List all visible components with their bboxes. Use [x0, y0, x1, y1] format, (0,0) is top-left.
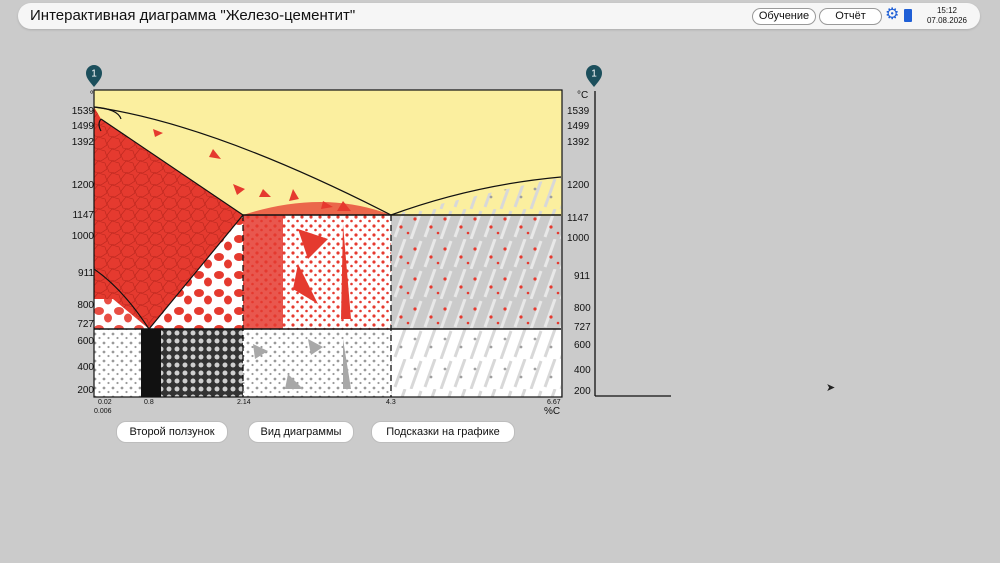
y-tick: 911: [78, 268, 94, 279]
x-tick: 4.3: [386, 399, 396, 406]
y-tick: 727: [77, 319, 94, 330]
x-tick: 2.14: [237, 399, 251, 406]
second-slider-button[interactable]: Второй ползунок: [116, 421, 228, 443]
x-unit-label: %C: [544, 406, 561, 417]
y-tick: 1000: [71, 231, 94, 242]
clock: 15:12 07.08.2026: [922, 6, 972, 26]
clock-time: 15:12: [936, 6, 958, 15]
title-bar: Интерактивная диаграмма "Железо-цементит…: [18, 3, 980, 29]
y-tick: 1147: [72, 210, 94, 221]
x-tick: 0.8: [144, 399, 154, 406]
learning-button[interactable]: Обучение: [752, 8, 816, 25]
y-tick: 600: [77, 336, 94, 347]
right-slider-label: 1: [591, 69, 597, 80]
cooling-curve-axes: [594, 91, 671, 397]
gear-icon[interactable]: ⚙: [885, 7, 899, 23]
y-tick: 1499: [71, 121, 94, 132]
iron-carbon-diagram: [93, 89, 563, 398]
y-tick: 1200: [71, 180, 94, 191]
mouse-pointer-icon: ➤: [826, 382, 836, 394]
x-tick: 0.006: [94, 408, 112, 415]
book-icon[interactable]: [904, 9, 912, 22]
y-tick: 800: [77, 300, 94, 311]
temperature-slider-handle[interactable]: 1: [85, 64, 103, 88]
slider-label: 1: [91, 69, 97, 80]
x-tick: 0.02: [98, 399, 112, 406]
y-tick: 400: [77, 362, 94, 373]
y-tick: 1392: [71, 137, 94, 148]
report-button[interactable]: Отчёт: [819, 8, 882, 25]
page-title: Интерактивная диаграмма "Железо-цементит…: [30, 7, 356, 24]
hints-button[interactable]: Подсказки на графике: [371, 421, 515, 443]
right-slider-handle[interactable]: 1: [585, 64, 603, 88]
y-tick: 1539: [71, 106, 94, 117]
y-tick: 200: [77, 385, 94, 396]
clock-date: 07.08.2026: [926, 16, 968, 25]
diagram-view-button[interactable]: Вид диаграммы: [248, 421, 354, 443]
